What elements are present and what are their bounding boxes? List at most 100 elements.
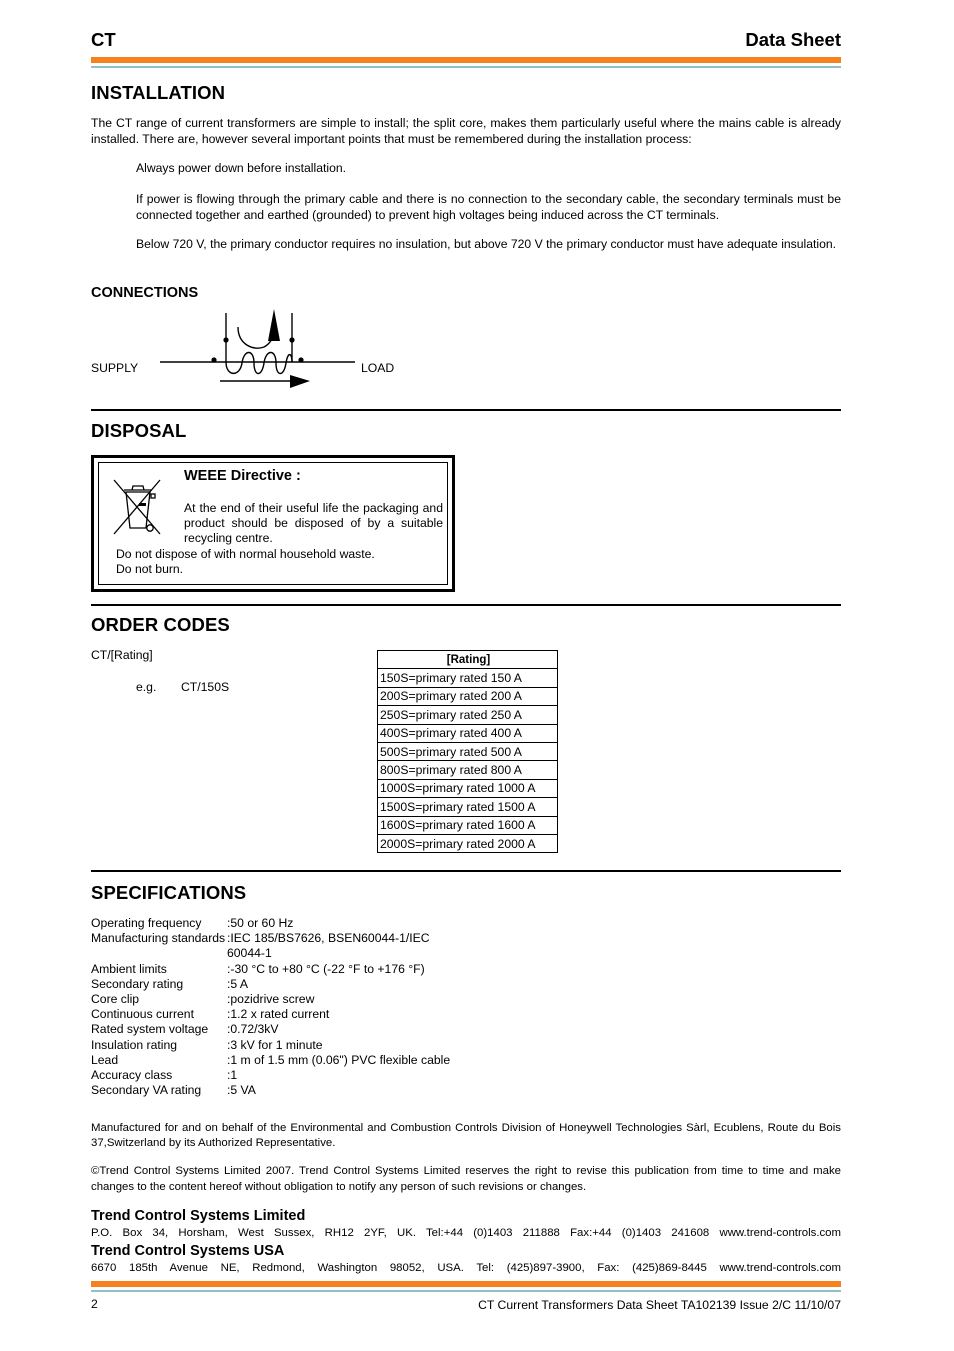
- installation-intro: The CT range of current transformers are…: [91, 116, 841, 146]
- spec-key: Accuracy class: [91, 1068, 173, 1083]
- secondary-current-arrowhead: [268, 309, 280, 341]
- spec-key: Insulation rating: [91, 1037, 178, 1052]
- weee-notice-box: WEEE Directive : At the end of their use…: [91, 455, 455, 592]
- spec-key: Continuous current: [91, 1007, 194, 1022]
- rating-cell: 1000S=primary rated 1000 A: [377, 778, 558, 799]
- table-row: 800S=primary rated 800 A: [377, 760, 558, 780]
- spec-row: Lead :1 m of 1.5 mm (0.06") PVC flexible …: [91, 1053, 450, 1068]
- example-label: e.g.: [136, 680, 157, 694]
- spec-row: Accuracy class :1: [91, 1068, 450, 1083]
- table-row: 400S=primary rated 400 A: [377, 723, 558, 743]
- primary-current-arrowhead: [290, 375, 310, 388]
- spec-row: Operating frequency:50 or 60 Hz: [91, 916, 450, 931]
- table-row: 2000S=primary rated 2000 A: [377, 833, 558, 854]
- spec-row: Core clip :pozidrive screw: [91, 992, 450, 1007]
- spec-value: :1 m of 1.5 mm (0.06") PVC flexible cabl…: [227, 1052, 451, 1067]
- weee-line-household: Do not dispose of with normal household …: [116, 547, 375, 561]
- spec-value: :0.72/3kV: [227, 1022, 279, 1037]
- table-row: 1500S=primary rated 1500 A: [377, 797, 558, 817]
- section-divider: [91, 870, 841, 872]
- table-row: 200S=primary rated 200 A: [377, 686, 558, 707]
- table-row: 250S=primary rated 250 A: [377, 705, 558, 725]
- section-divider: [91, 604, 841, 606]
- terminal-dot: [298, 357, 304, 363]
- table-row: 150S=primary rated 150 A: [377, 668, 558, 688]
- copyright-notice: ©Trend Control Systems Limited 2007. Tre…: [91, 1165, 841, 1193]
- rating-cell: 200S=primary rated 200 A: [377, 686, 558, 707]
- document-reference: CT Current Transformers Data Sheet TA102…: [478, 1298, 841, 1312]
- spec-key: Rated system voltage: [91, 1022, 209, 1037]
- weee-title: WEEE Directive :: [184, 468, 301, 484]
- rating-table-header: [Rating]: [377, 649, 558, 670]
- header-doc-type: Data Sheet: [745, 29, 841, 50]
- installation-point: Always power down before installation.: [136, 161, 347, 175]
- spec-key: Manufacturing standards: [91, 931, 226, 946]
- spec-key: Ambient limits: [91, 961, 167, 976]
- load-label: LOAD: [361, 361, 395, 375]
- table-row: 1000S=primary rated 1000 A: [377, 778, 558, 799]
- spec-value: :pozidrive screw: [227, 992, 315, 1007]
- spec-value: :1: [227, 1068, 238, 1083]
- footer-orange-bar: [91, 1281, 841, 1287]
- weee-text: At the end of their useful life the pack…: [184, 501, 443, 546]
- spec-value: :1.2 x rated current: [227, 1007, 330, 1022]
- header-blue-bar: [91, 66, 841, 68]
- spec-value: :5 A: [227, 976, 249, 991]
- coil-winding: [225, 351, 293, 375]
- spec-key: Secondary VA rating: [91, 1083, 202, 1098]
- supply-label: SUPPLY: [91, 361, 139, 375]
- footer-blue-bar: [91, 1290, 841, 1292]
- spec-row: Continuous current :1.2 x rated current: [91, 1007, 450, 1022]
- secondary-current-arc: [237, 326, 275, 349]
- manufacturer-notice: Manufactured for and on behalf of the En…: [91, 1122, 841, 1149]
- section-divider: [91, 409, 841, 411]
- spec-key: Core clip: [91, 992, 140, 1007]
- spec-row: 60044-1: [91, 946, 450, 961]
- installation-point: If power is flowing through the primary …: [136, 192, 841, 222]
- rating-cell: 150S=primary rated 150 A: [377, 668, 558, 688]
- spec-row: Secondary rating :5 A: [91, 977, 450, 992]
- crossed-out-wheelie-bin-icon: [113, 479, 161, 535]
- disposal-heading: DISPOSAL: [91, 420, 187, 441]
- specifications-list: Operating frequency:50 or 60 Hz Manufact…: [91, 916, 450, 1098]
- spec-key: Operating frequency: [91, 916, 202, 930]
- table-row: 1600S=primary rated 1600 A: [377, 815, 558, 835]
- spec-row: Insulation rating :3 kV for 1 minute: [91, 1038, 450, 1053]
- table-row: 500S=primary rated 500 A: [377, 741, 558, 762]
- spec-value: :5 VA: [227, 1083, 256, 1098]
- uk-company-address: P.O. Box 34, Horsham, West Sussex, RH12 …: [91, 1227, 841, 1239]
- installation-heading: INSTALLATION: [91, 82, 226, 103]
- spec-value: :-30 °C to +80 °C (-22 °F to +176 °F): [227, 961, 425, 976]
- rating-cell: 1600S=primary rated 1600 A: [377, 815, 558, 835]
- rating-cell: 1500S=primary rated 1500 A: [377, 797, 558, 817]
- connections-heading: CONNECTIONS: [91, 285, 199, 301]
- rating-cell: 500S=primary rated 500 A: [377, 741, 558, 762]
- spec-row: Rated system voltage :0.72/3kV: [91, 1022, 450, 1037]
- header-orange-bar: [91, 57, 841, 63]
- terminal-dot: [223, 337, 229, 343]
- order-code-format: CT/[Rating]: [91, 648, 153, 662]
- rating-cell: 400S=primary rated 400 A: [377, 723, 558, 743]
- rating-cell: 250S=primary rated 250 A: [377, 705, 558, 725]
- terminal-dot: [289, 337, 295, 343]
- installation-point: Below 720 V, the primary conductor requi…: [136, 237, 837, 251]
- uk-company-name: Trend Control Systems Limited: [91, 1208, 306, 1224]
- header-product: CT: [91, 29, 116, 50]
- usa-company-name: Trend Control Systems USA: [91, 1243, 285, 1259]
- spec-value: :IEC 185/BS7626, BSEN60044-1/IEC: [227, 931, 430, 946]
- spec-value: 60044-1: [227, 946, 272, 961]
- ct-wiring-diagram: [160, 309, 355, 388]
- rating-cell: 800S=primary rated 800 A: [377, 760, 558, 780]
- spec-key: Lead: [91, 1052, 119, 1067]
- spec-key: Secondary rating: [91, 976, 184, 991]
- specifications-heading: SPECIFICATIONS: [91, 882, 247, 903]
- spec-row: Ambient limits :-30 °C to +80 °C (-22 °F …: [91, 962, 450, 977]
- rating-table: [Rating] 150S=primary rated 150 A 200S=p…: [377, 649, 558, 854]
- order-codes-heading: ORDER CODES: [91, 614, 230, 635]
- terminal-dot: [211, 357, 217, 363]
- example-value: CT/150S: [181, 680, 230, 694]
- rating-cell: 2000S=primary rated 2000 A: [377, 833, 558, 854]
- spec-value: :3 kV for 1 minute: [227, 1037, 323, 1052]
- spec-key: [91, 946, 227, 961]
- weee-line-burn: Do not burn.: [116, 562, 184, 576]
